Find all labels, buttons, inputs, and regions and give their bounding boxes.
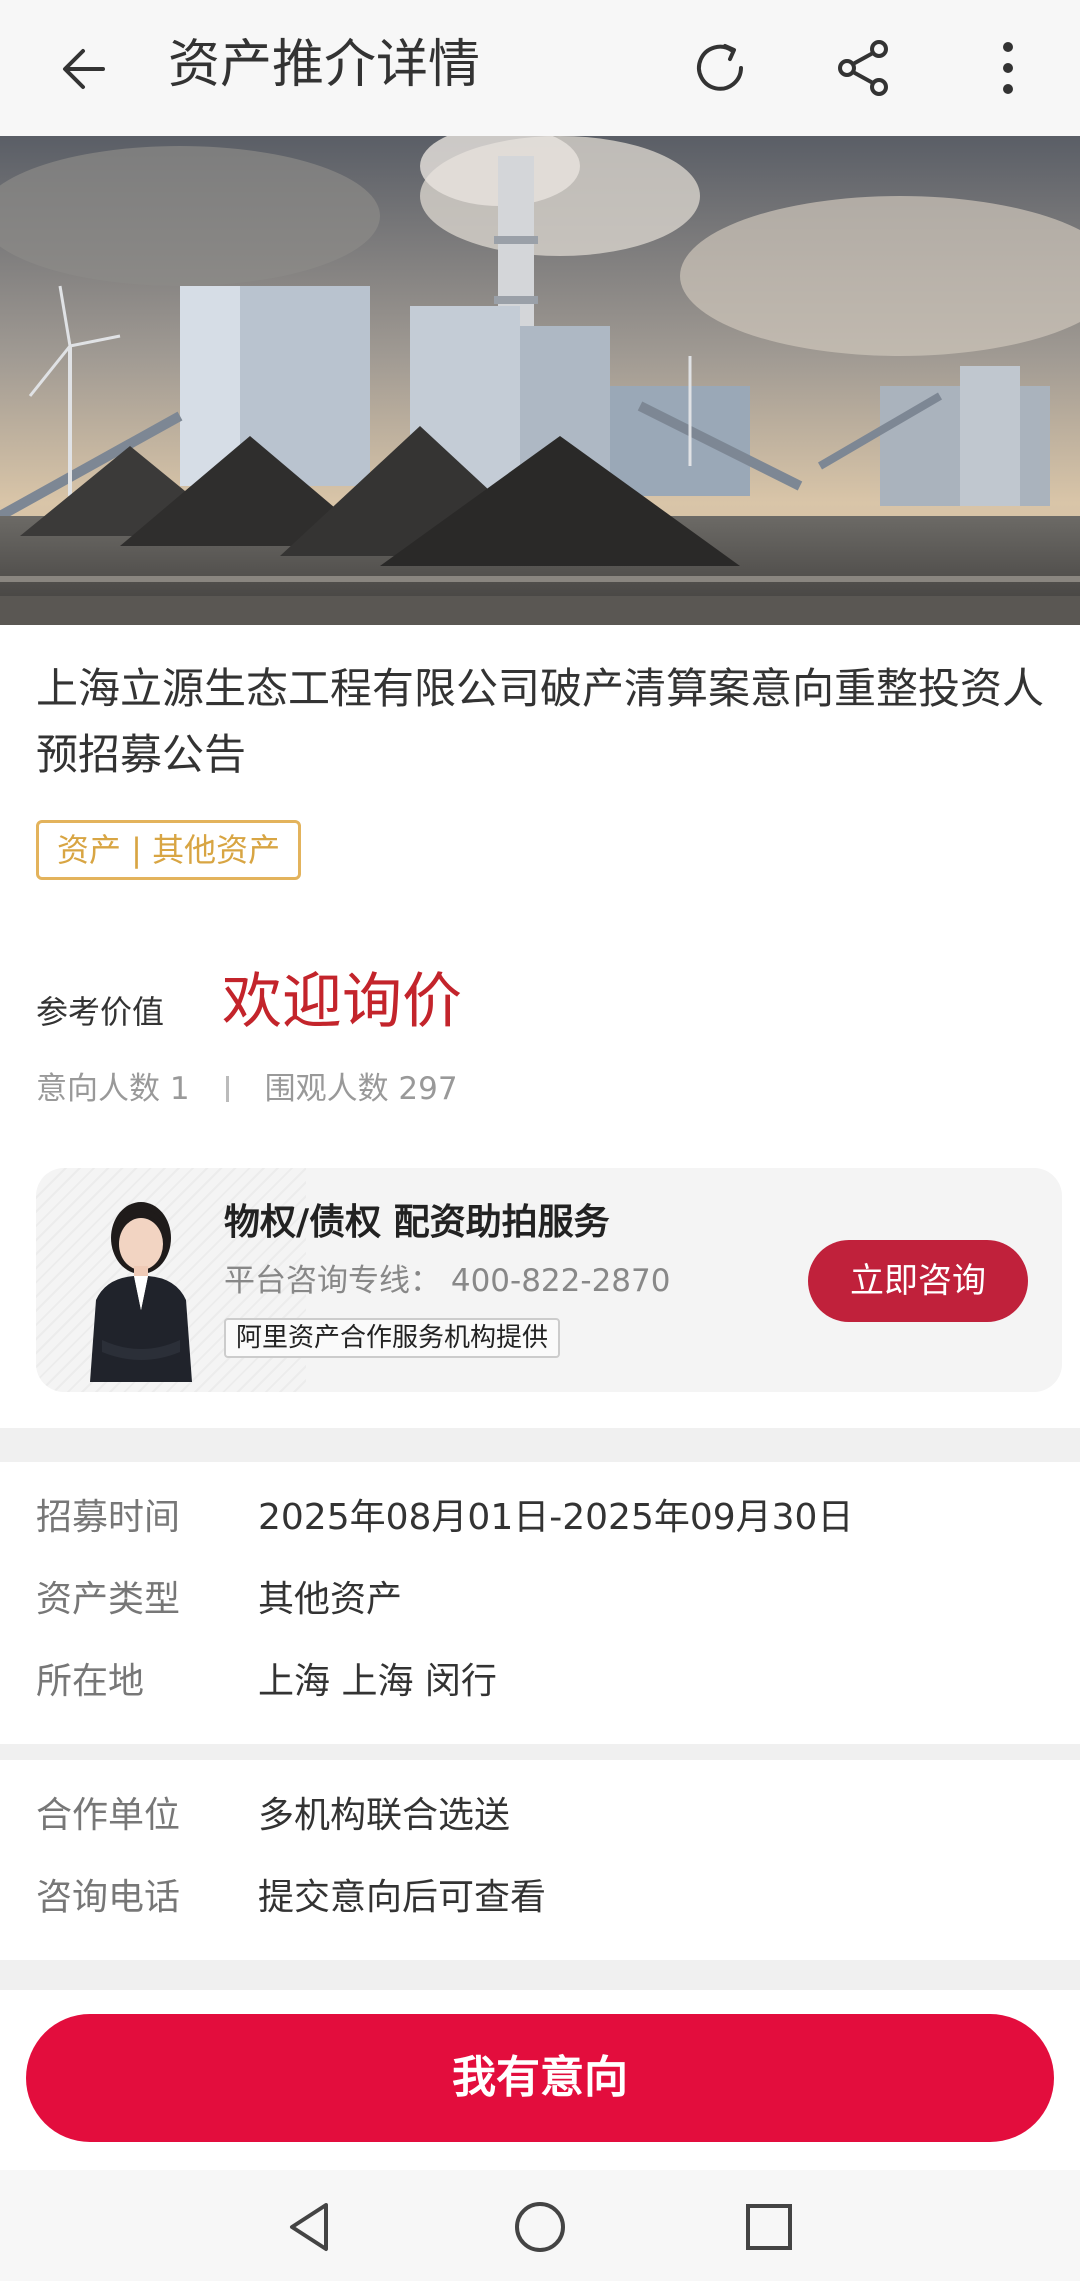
more-button[interactable] — [970, 30, 1046, 106]
info-row-asset-type: 资产类型 其他资产 — [0, 1570, 1080, 1630]
stats-divider — [225, 1076, 229, 1102]
info-value: 提交意向后可查看 — [258, 1877, 547, 1918]
nav-home-button[interactable] — [505, 2192, 575, 2262]
info-label: 招募时间 — [36, 1497, 181, 1538]
info-value: 其他资产 — [258, 1579, 403, 1620]
service-title: 物权/债权 配资助拍服务 — [224, 1202, 610, 1243]
info-row-partner: 合作单位 多机构联合选送 — [0, 1786, 1080, 1846]
arrow-left-icon — [63, 49, 105, 89]
service-hotline: 平台咨询专线： 400-822-2870 — [224, 1263, 671, 1299]
system-navigation-bar — [0, 2170, 1080, 2281]
info-value: 多机构联合选送 — [258, 1795, 511, 1836]
view-count: 围观人数 297 — [264, 1071, 458, 1107]
refresh-button[interactable] — [682, 30, 758, 106]
info-row-phone: 咨询电话 提交意向后可查看 — [0, 1868, 1080, 1928]
service-provider-badge: 阿里资产合作服务机构提供 — [224, 1318, 561, 1358]
section-divider — [0, 1744, 1080, 1760]
circle-home-icon — [515, 2202, 565, 2252]
interest-stats: 意向人数 1 围观人数 297 — [36, 1066, 458, 1112]
refresh-icon — [697, 44, 743, 91]
share-icon — [838, 40, 888, 96]
financing-service-card: 物权/债权 配资助拍服务 平台咨询专线： 400-822-2870 阿里资产合作… — [36, 1168, 1062, 1392]
info-label: 所在地 — [36, 1661, 145, 1702]
back-button[interactable] — [50, 34, 120, 104]
info-label: 资产类型 — [36, 1579, 181, 1620]
reference-value: 欢迎询价 — [222, 967, 462, 1037]
express-intent-button[interactable]: 我有意向 — [26, 2014, 1054, 2142]
info-row-location: 所在地 上海 上海 闵行 — [0, 1652, 1080, 1712]
power-plant-illustration — [0, 136, 1080, 625]
hero-image — [0, 136, 1080, 625]
info-row-recruit-time: 招募时间 2025年08月01日-2025年09月30日 — [0, 1488, 1080, 1548]
info-label: 咨询电话 — [36, 1877, 181, 1918]
asset-title: 上海立源生态工程有限公司破产清算案意向重整投资人预招募公告 — [36, 664, 1045, 779]
info-value: 上海 上海 闵行 — [258, 1661, 497, 1702]
triangle-back-icon — [290, 2203, 328, 2251]
info-label: 合作单位 — [36, 1795, 181, 1836]
nav-back-button[interactable] — [275, 2192, 345, 2262]
share-button[interactable] — [826, 30, 902, 106]
section-divider — [0, 1428, 1080, 1462]
consult-now-button[interactable]: 立即咨询 — [808, 1240, 1028, 1322]
intent-count: 意向人数 1 — [36, 1071, 190, 1107]
nav-recents-button[interactable] — [734, 2192, 804, 2262]
advisor-avatar — [90, 1202, 192, 1382]
reference-value-label: 参考价值 — [36, 993, 165, 1031]
page-title: 资产推介详情 — [168, 35, 481, 95]
info-value: 2025年08月01日-2025年09月30日 — [258, 1497, 854, 1538]
section-divider — [0, 1960, 1080, 1990]
more-vertical-icon — [1003, 42, 1013, 94]
asset-category-tag: 资产 | 其他资产 — [36, 820, 302, 880]
bottom-action-bar: 我有意向 — [0, 1990, 1080, 2170]
app-header: 资产推介详情 — [0, 0, 1080, 136]
square-recents-icon — [746, 2204, 792, 2250]
